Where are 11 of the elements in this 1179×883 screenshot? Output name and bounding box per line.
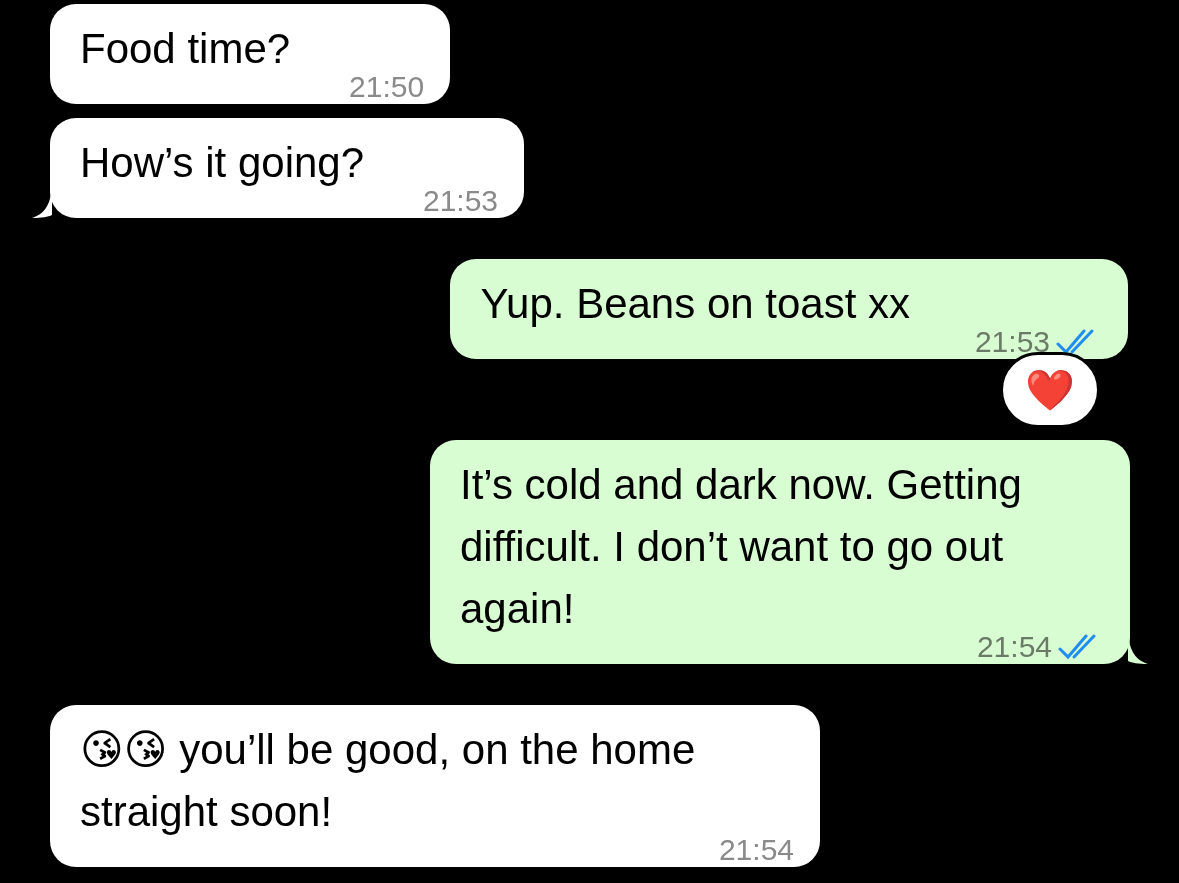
message-time: 21:53 [974, 329, 1050, 355]
message-text: It’s cold and dark now. Getting difficult. I don’t want to go out again! [460, 461, 1022, 632]
message-text: Yup. Beans on toast xx [480, 280, 910, 327]
message-time: 21:54 [976, 634, 1052, 660]
reaction-emoji[interactable]: ❤ [1000, 352, 1100, 428]
message-text: Food time? [80, 25, 291, 72]
message-text: How’s it going? [80, 139, 365, 186]
message-time: 21:54 [718, 837, 794, 863]
message-text: 😘😘 you’ll be good, on the home straight soon! [80, 726, 696, 835]
message-time: 21:50 [349, 74, 425, 100]
message-time: 21:53 [423, 188, 499, 214]
